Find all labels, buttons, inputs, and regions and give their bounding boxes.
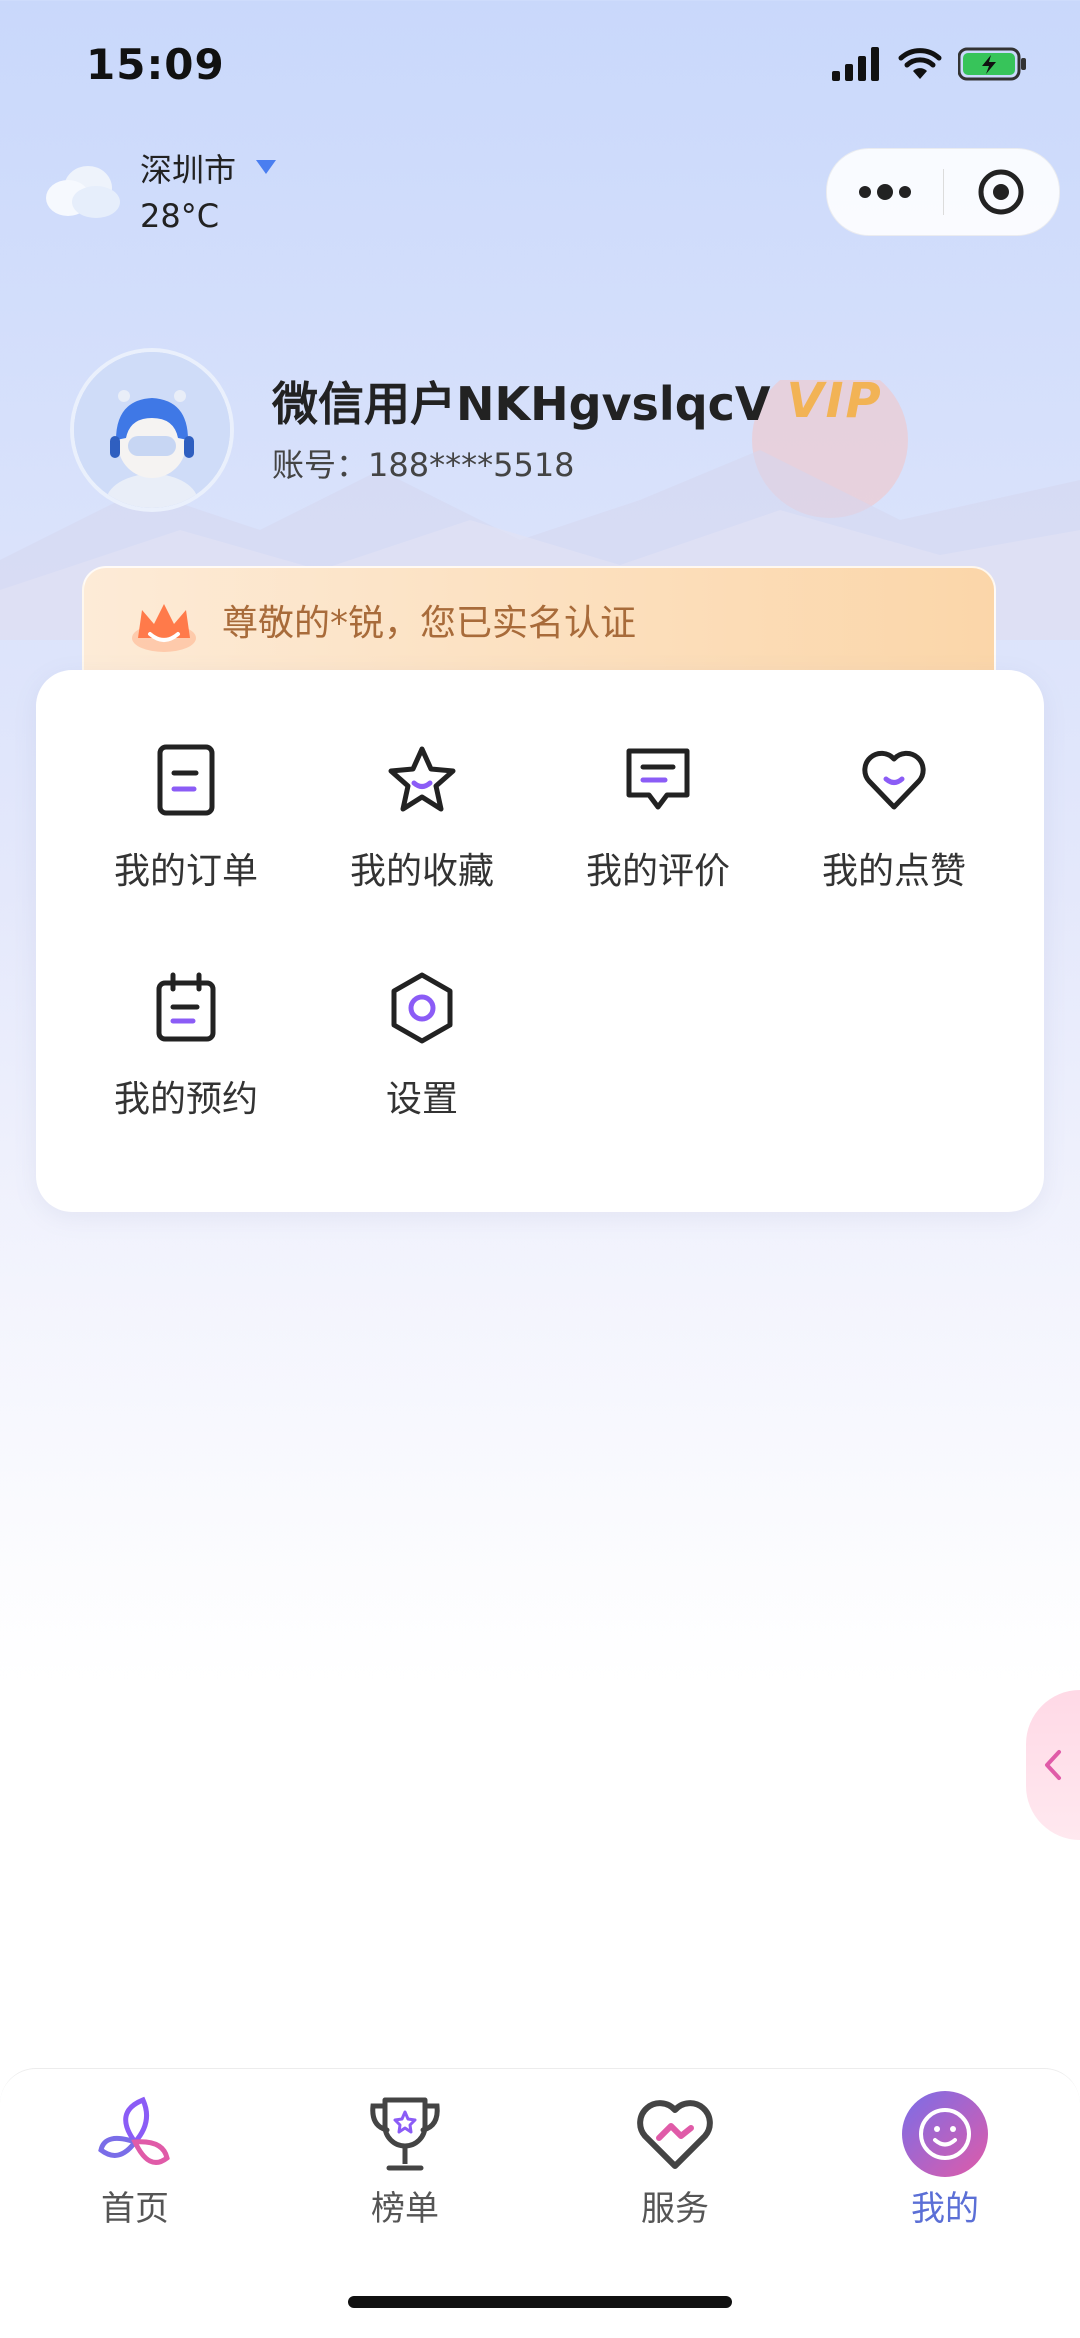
tab-label-ranking: 榜单 — [371, 2189, 439, 2229]
menu-label-likes: 我的点赞 — [821, 851, 966, 892]
home-flower-icon — [98, 2096, 170, 2165]
menu-item-settings[interactable]: 设置 — [312, 968, 532, 1122]
capsule-more-button[interactable] — [827, 149, 943, 235]
settings-hexagon-icon — [391, 972, 453, 1044]
more-dots-icon — [858, 184, 911, 200]
tab-label-home: 首页 — [101, 2189, 169, 2229]
tab-service[interactable]: 服务 — [585, 2089, 765, 2230]
capsule-close-button[interactable] — [944, 149, 1060, 235]
status-icons — [832, 46, 1028, 82]
account-row: 账号：188****5518 — [272, 440, 575, 486]
tab-mine[interactable]: 我的 — [855, 2089, 1035, 2230]
menu-item-reviews[interactable]: 我的评价 — [548, 740, 768, 894]
side-float-tab[interactable] — [1026, 1690, 1080, 1840]
verification-banner[interactable]: 尊敬的*锐，您已实名认证 — [82, 566, 996, 676]
cloud-icon — [46, 166, 120, 218]
menu-item-likes[interactable]: 我的点赞 — [784, 740, 1004, 894]
account-number: 188****5518 — [368, 446, 575, 484]
signal-icon — [832, 47, 879, 81]
chevron-left-icon — [1045, 1750, 1061, 1780]
location-city-row[interactable]: 深圳市 — [140, 145, 286, 191]
account-label: 账号： — [272, 446, 369, 484]
menu-label-reviews: 我的评价 — [585, 851, 730, 892]
order-document-icon — [157, 744, 215, 816]
menu-item-appointments[interactable]: 我的预约 — [76, 968, 296, 1122]
comment-icon — [626, 748, 690, 810]
menu-label-settings: 设置 — [385, 1079, 458, 1120]
profile-name-row: 微信用户NKHgvslqcV VIP — [272, 368, 883, 434]
location-city: 深圳市 — [140, 151, 237, 189]
target-circle-icon — [978, 169, 1024, 215]
avatar[interactable] — [70, 348, 234, 512]
location-widget[interactable]: 深圳市 28°C — [40, 145, 286, 235]
calendar-icon — [156, 972, 216, 1042]
trophy-icon — [370, 2097, 440, 2171]
battery-icon — [958, 47, 1026, 81]
tab-home[interactable]: 首页 — [45, 2089, 225, 2230]
verification-text: 尊敬的*锐，您已实名认证 — [222, 603, 637, 644]
menu-label-orders: 我的订单 — [113, 851, 258, 892]
menu-card: 我的订单 我的收藏 我的评价 我的点赞 我的预约 设置 — [36, 670, 1044, 1212]
username: 微信用户NKHgvslqcV — [272, 377, 771, 431]
service-heart-icon — [637, 2100, 713, 2169]
capsule-menu — [826, 148, 1060, 236]
menu-item-favorites[interactable]: 我的收藏 — [312, 740, 532, 894]
vip-badge: VIP — [786, 373, 883, 429]
menu-label-appointments: 我的预约 — [113, 1079, 258, 1120]
menu-item-orders[interactable]: 我的订单 — [76, 740, 296, 894]
star-icon — [388, 746, 456, 812]
caret-down-icon — [256, 160, 277, 174]
heart-icon — [862, 750, 926, 810]
smiley-face-icon — [902, 2091, 988, 2177]
tab-label-service: 服务 — [641, 2189, 709, 2229]
crown-icon — [132, 604, 196, 652]
status-time: 15:09 — [86, 40, 225, 89]
wifi-icon — [898, 48, 942, 79]
avatar-illustration-icon — [74, 352, 230, 508]
tab-ranking[interactable]: 榜单 — [315, 2089, 495, 2230]
location-temperature: 28°C — [140, 197, 220, 235]
home-indicator — [348, 2296, 732, 2308]
tab-label-mine: 我的 — [911, 2189, 979, 2229]
menu-label-favorites: 我的收藏 — [349, 851, 494, 892]
